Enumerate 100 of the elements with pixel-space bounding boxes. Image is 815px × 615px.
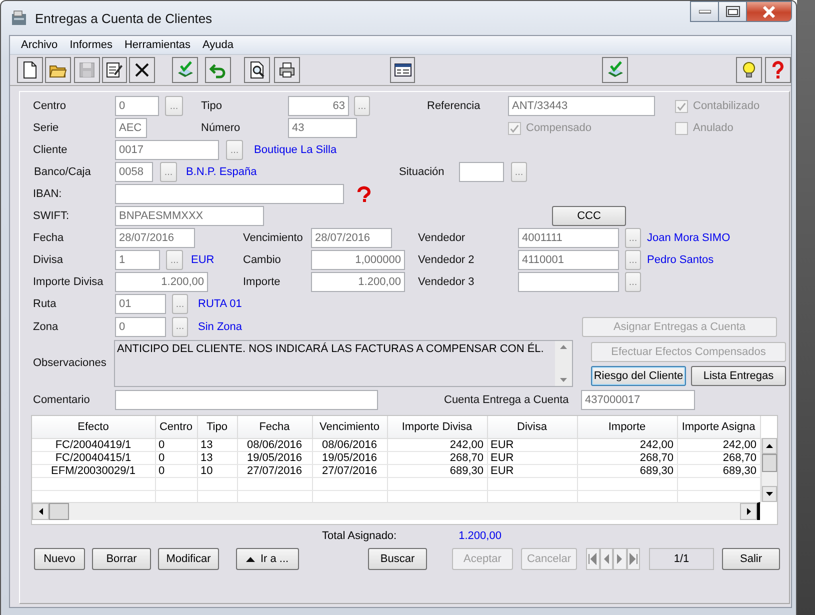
field-label: SWIFT: [33,210,70,222]
action-button[interactable]: Buscar [368,548,427,570]
maximize-button[interactable] [719,1,747,22]
input-field[interactable] [115,390,378,410]
lookup-button[interactable]: ... [160,162,177,182]
column-header[interactable]: Centro [155,416,197,438]
action-button[interactable]: Nuevo [34,548,85,570]
last-record-button[interactable] [626,548,640,570]
table-cell: FC/20040419/1 [32,438,155,452]
open-button[interactable] [44,57,71,83]
minimize-button[interactable] [690,1,719,22]
input-field[interactable]: 28/07/2016 [115,228,195,248]
menu-item[interactable]: Informes [64,39,118,51]
table-cell: 242,00 [387,438,487,452]
horizontal-scrollbar[interactable] [32,502,760,520]
lookup-button[interactable]: ... [172,294,188,314]
column-header[interactable]: Divisa [487,416,577,438]
lookup-button[interactable]: ... [625,250,641,270]
action-button[interactable]: CCC [552,206,626,226]
input-field[interactable]: 1.200,00 [311,272,405,292]
field-label: Divisa [33,254,63,266]
action-button[interactable]: Borrar [92,548,151,570]
lookup-button[interactable]: ... [226,140,243,160]
input-field[interactable]: ANT/33443 [508,96,655,116]
input-field[interactable] [115,184,344,204]
input-field[interactable]: 01 [115,294,166,314]
scroll-thumb[interactable] [762,454,777,472]
input-field[interactable]: 0 [115,96,159,116]
scroll-thumb[interactable] [49,503,69,520]
validate-button[interactable] [602,57,628,83]
lookup-button[interactable]: ... [625,272,641,292]
table-cell: 10 [197,464,237,478]
first-record-button[interactable] [586,548,600,570]
column-header[interactable]: Efecto [32,416,155,438]
text-area[interactable]: ANTICIPO DEL CLIENTE. NOS INDICARÁ LAS FACTURAS A COMPENSAR CON ÉL. [114,340,573,386]
field-label: Tipo [201,100,222,112]
edit-button[interactable] [102,57,128,83]
input-field[interactable]: 1,000000 [311,250,405,270]
input-field[interactable]: 63 [288,96,349,116]
lookup-name: RUTA 01 [198,298,242,310]
first-record-icon [587,553,598,565]
app-icon [11,10,27,26]
input-field[interactable]: 4001111 [518,228,619,248]
menu-item[interactable]: Archivo [15,39,64,51]
undo-button[interactable] [205,57,231,83]
tip-button[interactable] [736,57,762,83]
lookup-button[interactable]: ... [354,96,370,116]
validate-button[interactable] [172,57,198,83]
lookup-name: Boutique La Silla [254,144,337,156]
action-button[interactable]: Salir [722,548,780,570]
input-field[interactable]: 437000017 [581,390,695,410]
new-document-button[interactable] [17,57,43,83]
print-button[interactable] [274,57,300,83]
column-header[interactable]: Fecha [237,416,312,438]
input-field[interactable]: 43 [288,118,357,138]
vertical-scrollbar[interactable] [555,340,572,386]
input-field[interactable] [518,272,619,292]
next-record-button[interactable] [613,548,626,570]
delete-button[interactable] [129,57,156,83]
input-field[interactable]: 0058 [115,162,153,182]
action-button[interactable]: Lista Entregas [691,366,786,386]
form-view-button[interactable] [390,57,416,83]
lookup-button[interactable]: ... [165,96,183,116]
table-cell: 08/06/2016 [237,438,312,452]
action-button[interactable]: Riesgo del Cliente [591,366,686,386]
input-field[interactable]: 4110001 [518,250,619,270]
table-cell: 0 [155,464,197,478]
vertical-scrollbar[interactable] [760,438,777,502]
lookup-button[interactable]: ... [166,250,183,270]
input-field[interactable]: 1.200,00 [115,272,208,292]
input-field[interactable]: AEC [115,118,147,138]
preview-button[interactable] [244,57,270,83]
column-header[interactable]: Vencimiento [312,416,387,438]
help-icon[interactable] [357,186,371,202]
undo-arrow-icon [208,61,227,79]
input-field[interactable]: BNPAESMMXXX [115,206,264,226]
help-button[interactable] [765,57,791,83]
minimize-icon [698,10,710,14]
maximize-icon [726,6,740,17]
action-button[interactable]: Ir a ... [236,548,299,570]
table-cell: 19/05/2016 [237,452,312,464]
lookup-button[interactable]: ... [172,316,188,336]
input-field[interactable] [459,162,504,182]
lookup-button[interactable]: ... [625,228,641,248]
close-button[interactable] [747,1,792,22]
column-header[interactable]: Importe [577,416,677,438]
column-header[interactable]: Importe Asigna [677,416,760,438]
input-field[interactable]: 0 [115,316,166,336]
table-cell: 689,30 [677,464,760,478]
column-header[interactable]: Tipo [197,416,237,438]
column-header[interactable]: Importe Divisa [387,416,487,438]
action-button[interactable]: Modificar [158,548,219,570]
input-field[interactable]: 1 [115,250,160,270]
previous-record-button[interactable] [600,548,613,570]
lookup-button[interactable]: ... [511,162,527,182]
menu-item[interactable]: Herramientas [118,39,197,51]
input-field[interactable]: 0017 [115,140,219,160]
menu-item[interactable]: Ayuda [196,39,240,51]
table-cell: FC/20040415/1 [32,452,155,464]
input-field[interactable]: 28/07/2016 [311,228,392,248]
